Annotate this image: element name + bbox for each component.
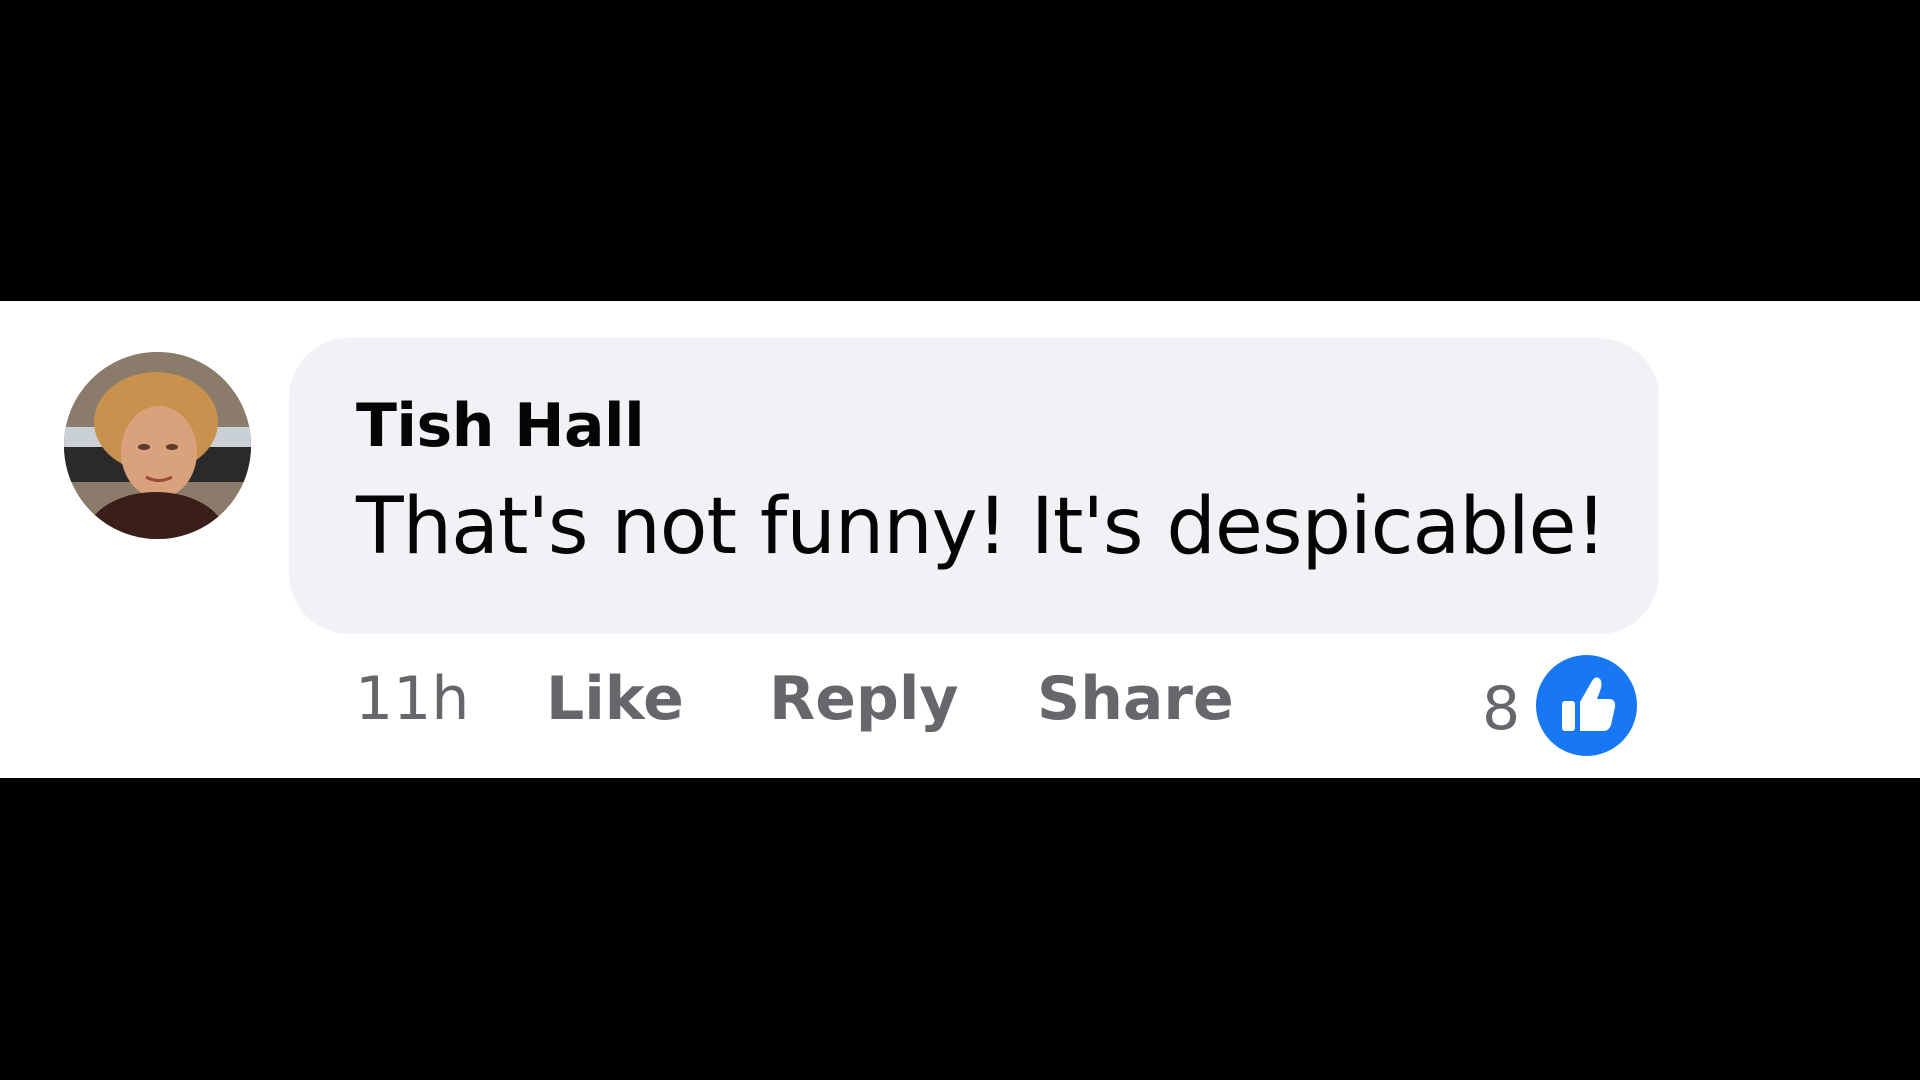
letterbox-bottom [0, 778, 1920, 1080]
comment-timestamp[interactable]: 11h [355, 669, 469, 729]
comment-text: That's not funny! It's despicable! [356, 482, 1607, 572]
avatar[interactable] [64, 352, 251, 539]
like-button[interactable]: Like [546, 669, 684, 729]
share-button[interactable]: Share [1037, 669, 1234, 729]
reaction-count[interactable]: 8 [1482, 679, 1520, 739]
comment-bubble: Tish Hall That's not funny! It's despica… [289, 338, 1659, 634]
comment-author[interactable]: Tish Hall [356, 396, 645, 456]
thumbs-up-icon[interactable] [1536, 655, 1637, 756]
reply-button[interactable]: Reply [769, 669, 959, 729]
comment: Tish Hall That's not funny! It's despica… [0, 301, 1920, 778]
letterbox-top [0, 0, 1920, 301]
